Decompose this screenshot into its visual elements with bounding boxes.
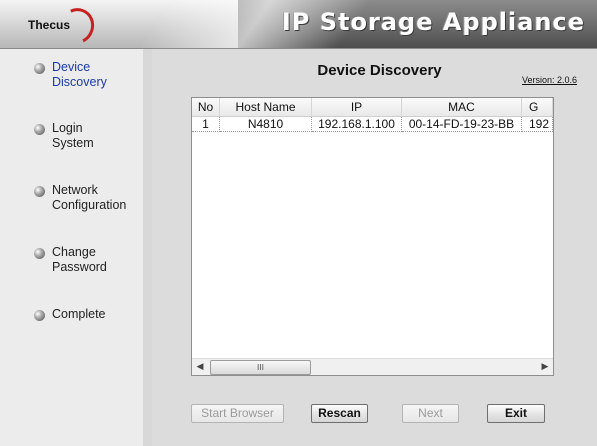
sidebar-item-label: Login System [52, 121, 94, 150]
sidebar-item-complete[interactable]: Complete [34, 307, 106, 322]
cell-no: 1 [192, 117, 220, 132]
cell-mac: 00-14-FD-19-23-BB [402, 117, 522, 132]
brand-logo: Thecus [26, 3, 100, 48]
version-link[interactable]: Version: 2.0.6 [522, 75, 577, 85]
sidebar-item-label: Network Configuration [52, 183, 127, 212]
sidebar-item-label: Complete [52, 307, 106, 321]
column-header-no[interactable]: No [192, 98, 220, 116]
scroll-left-icon[interactable]: ◀ [192, 359, 208, 375]
bullet-icon [34, 124, 45, 135]
app-title: IP Storage Appliance [281, 8, 585, 36]
column-header-host-name[interactable]: Host Name [220, 98, 312, 116]
start-browser-button[interactable]: Start Browser [191, 404, 284, 423]
sidebar-item-device-discovery[interactable]: Device Discovery [34, 60, 107, 90]
bullet-icon [34, 63, 45, 74]
bullet-icon [34, 310, 45, 321]
cell-host-name: N4810 [220, 117, 312, 132]
exit-button[interactable]: Exit [487, 404, 545, 423]
column-header-ip[interactable]: IP [312, 98, 402, 116]
logo-text: Thecus [28, 18, 71, 32]
sidebar-item-change-password[interactable]: Change Password [34, 245, 107, 275]
column-header-gateway[interactable]: G [522, 98, 553, 116]
column-header-mac[interactable]: MAC [402, 98, 522, 116]
horizontal-scrollbar[interactable]: ◀ III ▶ [192, 358, 553, 375]
device-table[interactable]: No Host Name IP MAC G 1 N4810 192.168.1.… [191, 97, 554, 376]
table-header: No Host Name IP MAC G [192, 98, 553, 117]
next-button[interactable]: Next [402, 404, 459, 423]
sidebar-item-network-configuration[interactable]: Network Configuration [34, 183, 126, 213]
scroll-right-icon[interactable]: ▶ [537, 359, 553, 375]
cell-ip: 192.168.1.100 [312, 117, 402, 132]
sidebar-item-label: Device Discovery [52, 60, 107, 89]
rescan-button[interactable]: Rescan [311, 404, 368, 423]
bullet-icon [34, 248, 45, 259]
table-row[interactable]: 1 N4810 192.168.1.100 00-14-FD-19-23-BB … [192, 117, 553, 132]
sidebar-item-login-system[interactable]: Login System [34, 121, 94, 151]
cell-gateway: 192 [522, 117, 553, 132]
bullet-icon [34, 186, 45, 197]
scroll-thumb[interactable]: III [210, 360, 311, 375]
sidebar-item-label: Change Password [52, 245, 107, 274]
header-banner: Thecus IP Storage Appliance [0, 0, 597, 49]
